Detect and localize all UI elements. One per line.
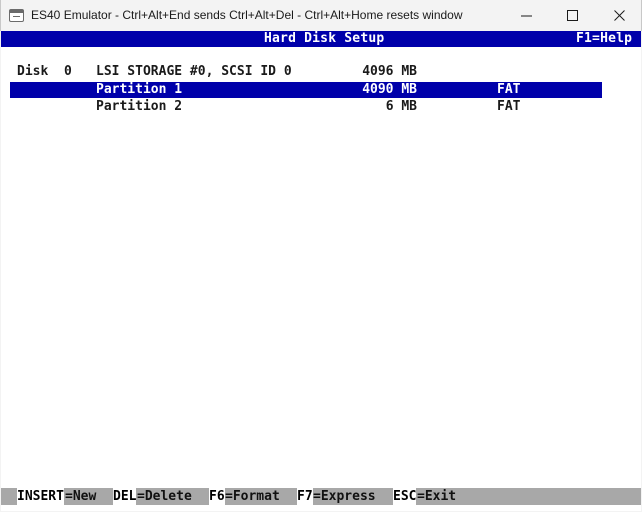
disk-size: 4096 MB xyxy=(362,64,417,79)
format-action[interactable]: =Format xyxy=(225,488,280,505)
close-button[interactable] xyxy=(596,0,642,31)
maximize-icon xyxy=(566,10,578,21)
exit-key[interactable]: ESC xyxy=(393,488,417,505)
window-title: ES40 Emulator - Ctrl+Alt+End sends Ctrl+… xyxy=(31,8,463,22)
insert-key[interactable]: INSERT xyxy=(17,488,64,505)
close-icon xyxy=(613,10,625,21)
disk-number: 0 xyxy=(64,64,72,79)
console-screen[interactable]: Hard Disk Setup F1=Help Disk 0 LSI STORA… xyxy=(1,31,641,511)
format-key[interactable]: F6 xyxy=(209,488,225,505)
partition-filesystem: FAT xyxy=(497,82,521,97)
header-bar: Hard Disk Setup F1=Help xyxy=(1,31,641,47)
insert-action[interactable]: =New xyxy=(65,488,96,505)
screen-title: Hard Disk Setup xyxy=(264,31,385,46)
help-hint[interactable]: F1=Help xyxy=(576,31,632,47)
partition-filesystem: FAT xyxy=(497,99,521,114)
partition-name: Partition 1 xyxy=(96,82,183,97)
exit-action[interactable]: =Exit xyxy=(417,488,456,505)
minimize-icon xyxy=(520,15,532,17)
partition-name: Partition 2 xyxy=(96,99,183,114)
partition-size: 6 MB xyxy=(385,99,417,114)
app-window-icon xyxy=(9,9,24,22)
delete-action[interactable]: =Delete xyxy=(137,488,192,505)
disk-name: LSI STORAGE #0, SCSI ID 0 xyxy=(96,64,292,79)
minimize-button[interactable] xyxy=(503,0,549,31)
key-hint-bar: INSERT =New DEL =Delete F6 =Format F7 =E… xyxy=(1,488,641,505)
express-action[interactable]: =Express xyxy=(313,488,376,505)
delete-key[interactable]: DEL xyxy=(113,488,137,505)
partition-size: 4090 MB xyxy=(362,82,417,97)
window-titlebar[interactable]: ES40 Emulator - Ctrl+Alt+End sends Ctrl+… xyxy=(0,0,642,31)
disk-label: Disk xyxy=(17,64,49,79)
maximize-button[interactable] xyxy=(549,0,595,31)
partition-row-selected[interactable]: Partition 1 4090 MB FAT xyxy=(10,82,602,98)
express-key[interactable]: F7 xyxy=(297,488,313,505)
partition-row[interactable]: Partition 2 6 MB FAT xyxy=(1,99,641,115)
disk-row[interactable]: Disk 0 LSI STORAGE #0, SCSI ID 0 4096 MB xyxy=(1,64,641,80)
